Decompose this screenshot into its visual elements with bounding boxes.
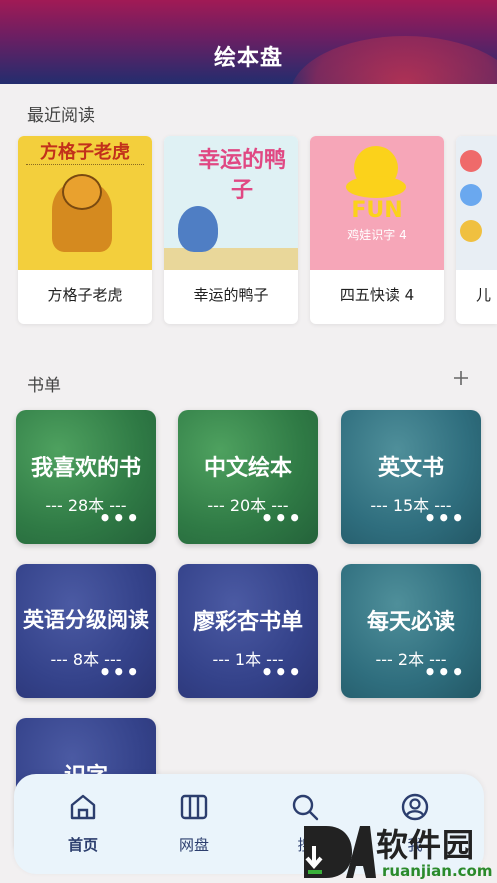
- booklist-name: 廖彩杏书单: [192, 610, 303, 635]
- more-options-button[interactable]: •••: [424, 662, 465, 682]
- booklist-name: 英语分级阅读: [23, 608, 149, 632]
- booklist-name: 我喜欢的书: [30, 456, 141, 481]
- book-title: 儿: [476, 286, 492, 304]
- app-header: 绘本盘: [0, 0, 497, 84]
- book-title: 幸运的鸭子: [193, 286, 269, 304]
- tab-home[interactable]: 首页: [48, 792, 118, 862]
- recent-book-card[interactable]: 幸运的鸭子 幸运的鸭子: [164, 136, 298, 324]
- home-icon: [70, 794, 96, 820]
- booklist-card[interactable]: 中文绘本 --- 20本 --- •••: [178, 410, 318, 544]
- columns-icon: [180, 794, 208, 820]
- user-icon: [401, 793, 429, 821]
- search-icon: [292, 794, 319, 821]
- tiger-face: [62, 174, 102, 210]
- tab-label: 网盘: [178, 836, 209, 854]
- recent-book-card[interactable]: FUN 鸡娃识字 4 四五快读 4: [310, 136, 444, 324]
- booklist-card[interactable]: 我喜欢的书 --- 28本 --- •••: [16, 410, 156, 544]
- book-cover: 幸运的鸭子: [164, 136, 298, 270]
- booklist-card[interactable]: 英文书 --- 15本 --- •••: [341, 410, 481, 544]
- tab-netdisk[interactable]: 网盘: [159, 792, 229, 862]
- more-options-button[interactable]: •••: [424, 508, 465, 528]
- book-cover: FUN 鸡娃识字 4: [310, 136, 444, 270]
- booklist-card[interactable]: 每天必读 --- 2本 --- •••: [341, 564, 481, 698]
- download-logo-icon: [304, 826, 376, 878]
- more-options-button[interactable]: •••: [99, 508, 140, 528]
- cover-title: 幸运的鸭子: [197, 148, 286, 203]
- page-title: 绘本盘: [213, 46, 283, 71]
- cover-title: FUN: [351, 198, 403, 223]
- more-options-button[interactable]: •••: [99, 662, 140, 682]
- booklist-card[interactable]: 英语分级阅读 --- 8本 --- •••: [16, 564, 156, 698]
- watermark-text: 软件园: [376, 826, 476, 864]
- booklist-name: 英文书: [377, 456, 444, 481]
- watermark-logo: 软件园 ruanjian.com: [300, 820, 497, 883]
- book-cover: [456, 136, 497, 270]
- booklist-name: 每天必读: [366, 610, 455, 635]
- booklist-card[interactable]: 廖彩杏书单 --- 1本 --- •••: [178, 564, 318, 698]
- booklist-name: 中文绘本: [203, 456, 292, 481]
- watermark-url: ruanjian.com: [382, 862, 493, 880]
- cover-subtitle: 鸡娃识字 4: [347, 228, 407, 242]
- book-cover: 方格子老虎: [18, 136, 152, 270]
- book-title: 四五快读 4: [339, 286, 415, 304]
- tab-label: 首页: [67, 836, 98, 854]
- recent-section-label: 最近阅读: [27, 106, 95, 126]
- booklists-section-label: 书单: [27, 376, 61, 396]
- recent-book-card[interactable]: 方格子老虎 方格子老虎: [18, 136, 152, 324]
- book-title: 方格子老虎: [47, 286, 123, 304]
- duck-illustration: [178, 206, 218, 252]
- more-options-button[interactable]: •••: [261, 508, 302, 528]
- more-options-button[interactable]: •••: [261, 662, 302, 682]
- recent-book-card[interactable]: 儿: [456, 136, 497, 324]
- add-booklist-button[interactable]: [451, 369, 471, 391]
- cover-title: 方格子老虎: [40, 142, 130, 163]
- plus-icon: [454, 371, 468, 385]
